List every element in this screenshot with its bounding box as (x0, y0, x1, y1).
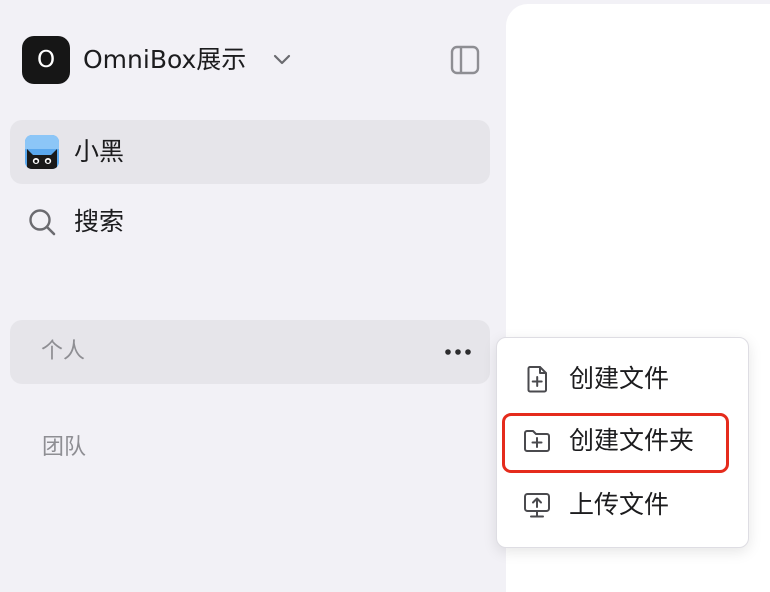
create-file-menu-item[interactable]: 创建文件 (501, 348, 745, 410)
upload-icon (524, 493, 550, 518)
menu-item-label: 创建文件夹 (569, 426, 695, 455)
upload-file-menu-item[interactable]: 上传文件 (501, 474, 745, 536)
workspace-name[interactable]: OmniBox展示 (83, 43, 246, 77)
sidebar-item-search[interactable]: 搜索 (10, 190, 490, 254)
more-icon[interactable] (442, 338, 474, 366)
section-label: 个人 (41, 339, 86, 364)
file-plus-icon (527, 366, 547, 393)
section-team[interactable]: 团队 (42, 430, 86, 466)
sidebar-item-label: 搜索 (74, 207, 125, 236)
section-personal[interactable]: 个人 (10, 320, 490, 384)
black-cat-icon (25, 135, 59, 169)
menu-item-label: 上传文件 (569, 490, 670, 519)
avatar (25, 135, 59, 169)
chevron-down-icon[interactable] (270, 50, 294, 70)
context-menu: 创建文件 创建文件夹 上传文件 (496, 337, 749, 548)
sidebar: O OmniBox展示 小黑 搜索 个人 团队 (0, 0, 506, 592)
workspace-logo[interactable]: O (22, 36, 70, 84)
sidebar-item-label: 小黑 (74, 137, 125, 166)
menu-item-label: 创建文件 (569, 364, 670, 393)
sidebar-item-user[interactable]: 小黑 (10, 120, 490, 184)
folder-plus-icon (524, 430, 550, 452)
create-folder-menu-item[interactable]: 创建文件夹 (501, 410, 745, 472)
search-icon (29, 209, 56, 236)
sidebar-toggle-icon[interactable] (448, 43, 482, 77)
workspace-logo-letter: O (36, 47, 56, 73)
app-window: O OmniBox展示 小黑 搜索 个人 团队 创建文件 创建文件夹 上传文件 (0, 0, 770, 592)
